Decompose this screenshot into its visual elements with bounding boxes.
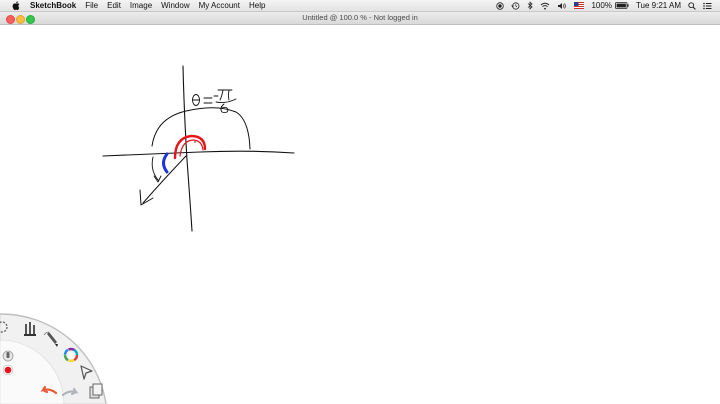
blue-arc-stroke <box>162 152 169 174</box>
brush-size-puck-icon[interactable] <box>2 350 14 362</box>
x-axis-stroke <box>102 150 295 157</box>
red-arc-stroke <box>173 134 207 160</box>
menu-app-name[interactable]: SketchBook <box>30 0 76 11</box>
reference-arc-stroke <box>151 107 251 150</box>
input-flag-icon[interactable] <box>574 2 585 9</box>
ray-arrowhead-stroke <box>139 189 154 206</box>
record-icon[interactable] <box>496 1 505 10</box>
menu-file[interactable]: File <box>85 0 98 11</box>
battery-icon[interactable] <box>615 2 629 9</box>
drawing-canvas[interactable] <box>0 25 720 404</box>
menu-help[interactable]: Help <box>249 0 265 11</box>
y-axis-stroke <box>182 65 193 232</box>
angle-arrow-stroke <box>151 156 162 183</box>
menu-image[interactable]: Image <box>130 0 152 11</box>
menu-edit[interactable]: Edit <box>107 0 121 11</box>
notification-center-icon[interactable] <box>703 2 712 10</box>
wifi-icon[interactable] <box>540 2 550 10</box>
theta-label-stroke <box>192 89 237 114</box>
window-titlebar: Untitled @ 100.0 % - Not logged in <box>0 12 720 25</box>
sketch <box>102 65 295 232</box>
menu-my-account[interactable]: My Account <box>199 0 240 11</box>
window-title: Untitled @ 100.0 % - Not logged in <box>302 13 418 22</box>
status-area: 100% Tue 9:21 AM <box>489 0 712 11</box>
battery-percent[interactable]: 100% <box>591 0 611 11</box>
apple-icon[interactable] <box>12 1 20 10</box>
bluetooth-icon[interactable] <box>527 1 534 10</box>
menu-bar: SketchBook File Edit Image Window My Acc… <box>0 0 720 12</box>
menu-window[interactable]: Window <box>161 0 189 11</box>
current-color-swatch[interactable] <box>2 364 14 376</box>
clock[interactable]: Tue 9:21 AM <box>636 0 681 11</box>
spotlight-icon[interactable] <box>688 1 696 10</box>
time-machine-icon[interactable] <box>511 1 520 10</box>
volume-icon[interactable] <box>557 2 567 10</box>
